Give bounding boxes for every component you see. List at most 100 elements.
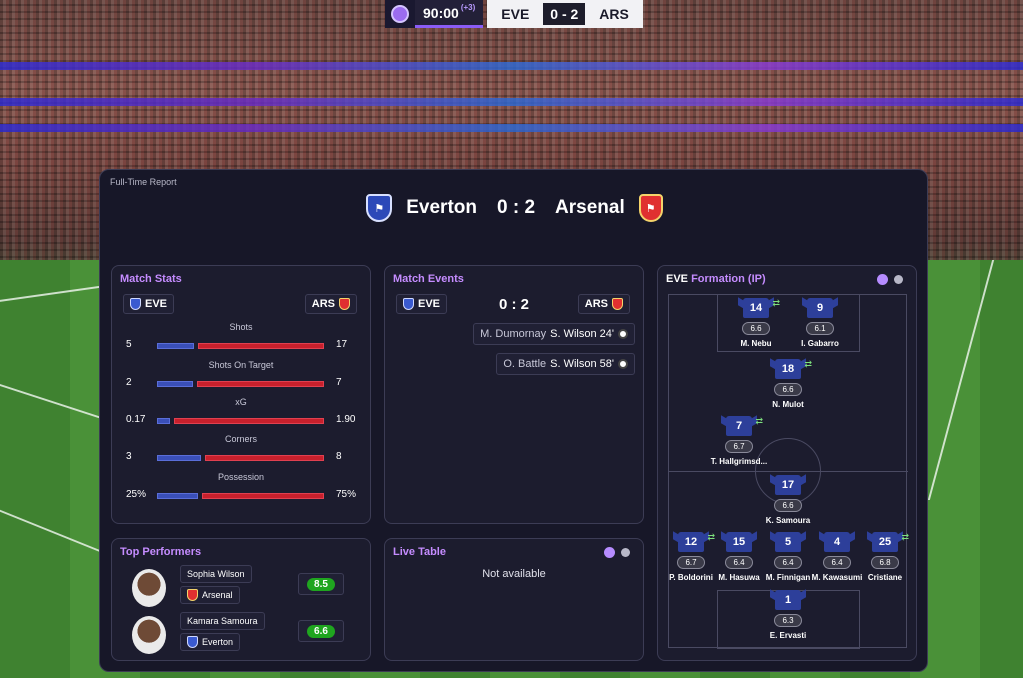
performer-name: Kamara Samoura xyxy=(180,612,265,630)
arsenal-crest-icon xyxy=(187,589,198,601)
stat-home-bar xyxy=(157,493,198,499)
player-name: T. Hallgrimsd... xyxy=(710,457,768,466)
player-rating: 6.4 xyxy=(774,556,802,569)
page-dot-active[interactable] xyxy=(604,547,615,558)
formation-player[interactable]: 9 6.1 I. Gabarro xyxy=(790,298,850,348)
player-name: M. Nebu xyxy=(740,339,772,348)
formation-player[interactable]: 18 ⇄ 6.6 N. Mulot xyxy=(758,359,818,409)
home-team-name: Everton xyxy=(406,197,477,218)
stat-home-value: 0.17 xyxy=(126,414,146,425)
stat-away-bar xyxy=(202,493,324,499)
performer-club: Arsenal xyxy=(180,586,240,604)
formation-label: Formation (IP) xyxy=(691,273,766,285)
player-rating: 6.1 xyxy=(806,322,834,335)
stat-label: Corners xyxy=(224,434,257,444)
player-name: N. Mulot xyxy=(772,400,804,409)
match-events-card: Match Events EVE 0 : 2 ARS M. Dumornay S… xyxy=(384,265,644,524)
substitution-arrows-icon: ⇄ xyxy=(804,359,812,369)
formation-team: EVE xyxy=(666,273,689,285)
stats-home-label: EVE xyxy=(145,298,168,310)
stat-label: Possession xyxy=(217,472,265,482)
formation-player[interactable]: 1 6.3 E. Ervasti xyxy=(758,590,818,640)
player-rating: 6.7 xyxy=(725,440,753,453)
performer-club-name: Arsenal xyxy=(202,590,233,600)
event-scorer: S. Wilson 24' xyxy=(550,328,614,340)
stat-away-bar xyxy=(198,343,324,349)
player-rating: 6.3 xyxy=(774,614,802,627)
shirt-icon: 9 xyxy=(807,298,833,318)
arsenal-crest-icon xyxy=(612,298,623,310)
stat-away-value: 8 xyxy=(336,451,342,462)
match-stats-title: Match Stats xyxy=(120,273,182,285)
live-table-pager[interactable] xyxy=(604,547,630,558)
stat-away-value: 7 xyxy=(336,377,342,388)
stat-label: Shots xyxy=(229,322,253,332)
shirt-icon: 18 xyxy=(775,359,801,379)
stats-home-pill: EVE xyxy=(123,294,175,314)
stat-home-bar xyxy=(157,381,193,387)
scorebug: 90:00 (+3) EVE 0 - 2 ARS xyxy=(385,0,643,28)
performer-row[interactable]: Kamara Samoura Everton 6.6 xyxy=(130,612,350,658)
scorebug-away: ARS xyxy=(599,6,629,22)
goal-ball-icon xyxy=(618,359,628,369)
player-rating: 6.7 xyxy=(677,556,705,569)
scorebug-score: 0 - 2 xyxy=(543,3,586,25)
player-name: E. Ervasti xyxy=(769,631,807,640)
stat-row: 5 17 xyxy=(112,339,370,353)
page-dot[interactable] xyxy=(894,275,903,284)
performer-rating: 8.5 xyxy=(307,577,335,591)
formation-pager[interactable] xyxy=(877,274,903,285)
goal-ball-icon xyxy=(618,329,628,339)
full-time-report-panel: Full-Time Report ⚑ Everton 0 : 2 Arsenal… xyxy=(99,169,928,672)
stat-away-bar xyxy=(174,418,324,424)
stat-home-value: 2 xyxy=(126,377,132,388)
stat-away-value: 1.90 xyxy=(336,414,356,425)
everton-crest-icon xyxy=(130,298,141,310)
final-score: 0 : 2 xyxy=(497,197,536,218)
panel-title: Full-Time Report xyxy=(110,177,177,187)
player-rating: 6.4 xyxy=(823,556,851,569)
shirt-icon: 7 xyxy=(726,416,752,436)
goal-event[interactable]: M. Dumornay S. Wilson 24' xyxy=(473,323,635,345)
substitution-arrows-icon: ⇄ xyxy=(755,416,763,426)
formation-player[interactable]: 14 ⇄ 6.6 M. Nebu xyxy=(726,298,786,348)
stats-away-pill: ARS xyxy=(304,294,357,314)
shirt-icon: 25 xyxy=(872,532,898,552)
page-dot[interactable] xyxy=(621,548,630,557)
performer-rating-box: 8.5 xyxy=(298,573,344,595)
stat-row: 38 xyxy=(112,451,370,465)
stat-home-value: 3 xyxy=(126,451,132,462)
performer-club: Everton xyxy=(180,633,241,651)
formation-title: EVE Formation (IP) xyxy=(666,273,766,285)
match-clock: 90:00 (+3) xyxy=(415,0,484,28)
player-rating: 6.4 xyxy=(725,556,753,569)
goal-event[interactable]: O. Battle S. Wilson 58' xyxy=(496,353,635,375)
stat-home-bar xyxy=(157,455,201,461)
performer-rating: 6.6 xyxy=(307,624,335,638)
shirt-icon: 15 xyxy=(726,532,752,552)
added-time: (+3) xyxy=(460,3,476,12)
shirt-icon: 17 xyxy=(775,475,801,495)
shirt-icon: 12 xyxy=(678,532,704,552)
stat-home-value: 5 xyxy=(126,339,132,350)
substitution-arrows-icon: ⇄ xyxy=(901,532,909,542)
top-performers-card: Top Performers Sophia Wilson Arsenal 8.5… xyxy=(111,538,371,661)
match-time: 90:00 xyxy=(423,4,459,21)
performer-rating-box: 6.6 xyxy=(298,620,344,642)
player-rating: 6.6 xyxy=(774,499,802,512)
performer-row[interactable]: Sophia Wilson Arsenal 8.5 xyxy=(130,565,350,611)
shirt-icon: 5 xyxy=(775,532,801,552)
formation-player[interactable]: 17 6.6 K. Samoura xyxy=(758,475,818,525)
player-name: K. Samoura xyxy=(765,516,811,525)
formation-player[interactable]: 25 ⇄ 6.8 Cristiane xyxy=(855,532,915,582)
stat-label: Shots On Target xyxy=(208,360,274,370)
live-table-title: Live Table xyxy=(393,546,446,558)
stat-away-value: 17 xyxy=(336,339,348,350)
report-header: ⚑ Everton 0 : 2 Arsenal ⚑ xyxy=(100,194,929,222)
competition-crest-icon xyxy=(385,0,415,28)
page-dot-active[interactable] xyxy=(877,274,888,285)
scorebug-home: EVE xyxy=(501,6,530,22)
formation-player[interactable]: 7 ⇄ 6.7 T. Hallgrimsd... xyxy=(709,416,769,466)
stat-row: 27 xyxy=(112,377,370,391)
arsenal-crest-icon: ⚑ xyxy=(638,194,663,222)
